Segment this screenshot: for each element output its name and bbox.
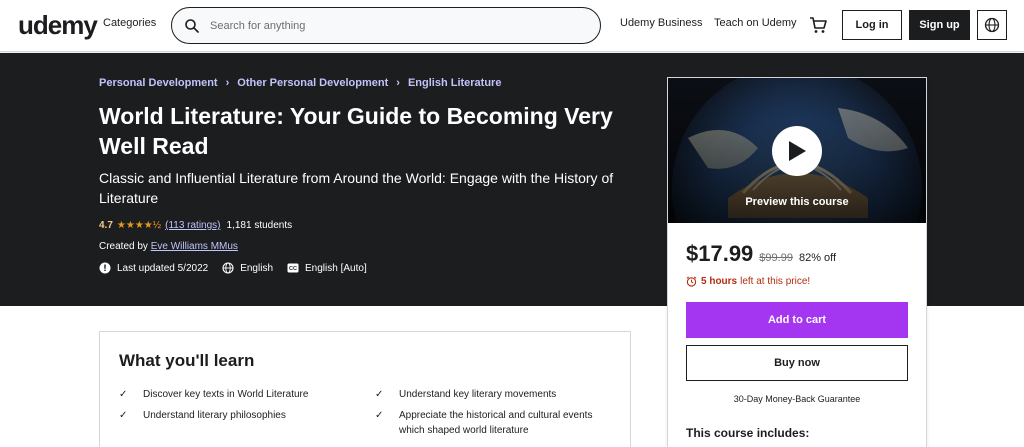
udemy-business-link[interactable]: Udemy Business — [620, 17, 703, 29]
course-includes-title: This course includes: — [686, 426, 810, 440]
learn-item: ✓ Appreciate the historical and cultural… — [375, 408, 605, 438]
teach-on-udemy-link[interactable]: Teach on Udemy — [714, 17, 797, 29]
purchase-card: Preview this course $17.99 $99.99 82% of… — [667, 77, 927, 447]
current-price: $17.99 — [686, 241, 754, 266]
money-back-guarantee: 30-Day Money-Back Guarantee — [733, 394, 861, 404]
original-price: $99.99 — [759, 252, 793, 264]
discount-percent: 82% off — [798, 252, 837, 264]
price-row: $17.99 $99.99 82% off — [686, 241, 836, 267]
timer-hours: 5 hours — [701, 276, 738, 287]
signup-button[interactable]: Sign up — [909, 10, 970, 40]
course-subtitle: Classic and Influential Literature from … — [99, 170, 614, 206]
price-timer: 5 hours left at this price! — [686, 276, 810, 287]
udemy-logo[interactable]: udemy — [18, 10, 98, 41]
play-icon — [789, 141, 806, 161]
author-link[interactable]: Eve Williams MMus — [151, 241, 238, 252]
breadcrumb-item[interactable]: Other Personal Development — [237, 77, 388, 89]
add-to-cart-button[interactable]: Add to cart — [686, 302, 908, 338]
categories-menu[interactable]: Categories — [103, 17, 156, 29]
learn-title: What you'll learn — [119, 351, 255, 370]
rating-value: 4.7 — [99, 220, 113, 231]
search-icon — [185, 19, 199, 33]
learn-item-text: Discover key texts in World Literature — [143, 389, 309, 400]
buy-now-button[interactable]: Buy now — [686, 345, 908, 381]
created-by: Created by Eve Williams MMus — [99, 241, 238, 252]
created-by-label: Created by — [99, 241, 148, 252]
course-meta: Last updated 5/2022 English CC English [… — [99, 262, 381, 274]
check-icon: ✓ — [375, 389, 384, 400]
chevron-right-icon: › — [225, 77, 230, 89]
alert-badge-icon — [99, 262, 111, 274]
check-icon: ✓ — [119, 410, 128, 421]
chevron-right-icon: › — [396, 77, 400, 89]
learn-item-text: Understand literary philosophies — [143, 410, 286, 421]
learn-item: ✓ Understand key literary movements — [375, 387, 605, 402]
rating-row: 4.7 ★★★★½ (113 ratings) 1,181 students — [99, 220, 292, 231]
svg-text:CC: CC — [289, 266, 297, 272]
play-button[interactable] — [772, 126, 822, 176]
students-count: 1,181 students — [226, 220, 293, 231]
check-icon: ✓ — [375, 410, 384, 421]
captions-text: English [Auto] — [305, 262, 367, 274]
learn-item-text: Appreciate the historical and cultural e… — [399, 410, 593, 436]
what-you-will-learn: What you'll learn ✓ Discover key texts i… — [99, 331, 631, 447]
login-button[interactable]: Log in — [842, 10, 902, 40]
search-input[interactable] — [210, 16, 590, 36]
check-icon: ✓ — [119, 389, 128, 400]
last-updated: Last updated 5/2022 — [99, 262, 208, 274]
preview-label: Preview this course — [745, 196, 849, 208]
learn-item: ✓ Understand literary philosophies — [119, 408, 349, 423]
closed-captions-icon: CC — [287, 263, 299, 273]
alarm-clock-icon — [686, 276, 697, 287]
top-header: udemy Categories Udemy Business Teach on… — [0, 0, 1024, 52]
ratings-count-link[interactable]: (113 ratings) — [165, 220, 220, 231]
learn-item-text: Understand key literary movements — [399, 389, 557, 400]
language: English — [222, 262, 273, 274]
star-rating-icon: ★★★★½ — [116, 220, 162, 231]
cart-icon[interactable] — [808, 15, 828, 35]
course-title: World Literature: Your Guide to Becoming… — [99, 103, 613, 159]
search-bar[interactable] — [171, 7, 601, 44]
captions: CC English [Auto] — [287, 263, 367, 274]
globe-icon — [984, 17, 1000, 33]
course-preview[interactable]: Preview this course — [668, 78, 926, 223]
language-text: English — [240, 262, 274, 274]
globe-icon — [222, 262, 234, 274]
breadcrumb: Personal Development › Other Personal De… — [99, 77, 501, 89]
last-updated-text: Last updated 5/2022 — [117, 262, 209, 274]
timer-suffix: left at this price! — [740, 276, 811, 287]
breadcrumb-item[interactable]: English Literature — [408, 77, 502, 89]
breadcrumb-item[interactable]: Personal Development — [99, 77, 218, 89]
language-button[interactable] — [977, 10, 1007, 40]
learn-item: ✓ Discover key texts in World Literature — [119, 387, 349, 402]
